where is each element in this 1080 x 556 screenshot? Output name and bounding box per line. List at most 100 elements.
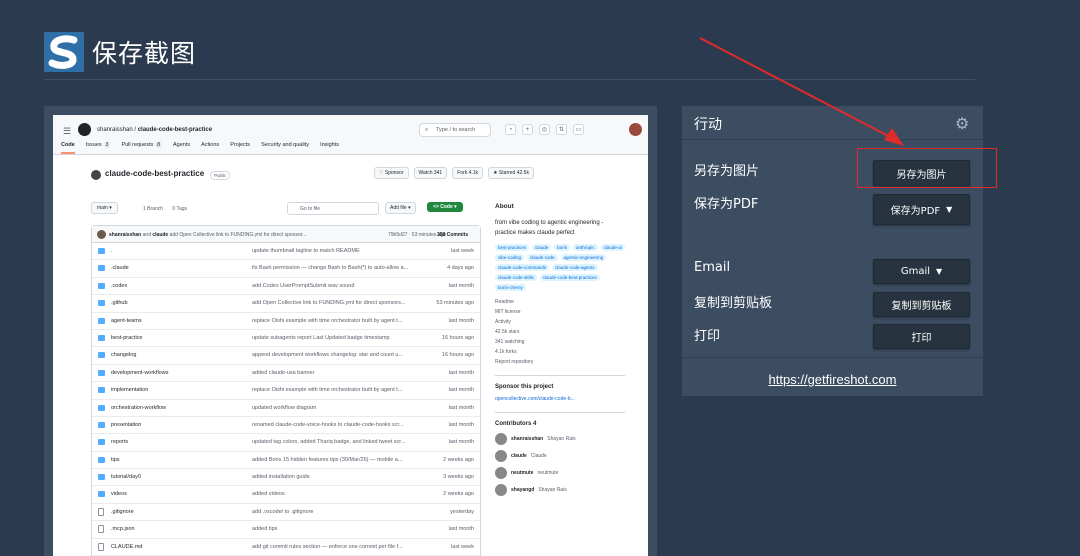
fork-button: Fork 4.1k xyxy=(452,167,484,179)
tab-pull-requests: Pull requests 8 xyxy=(121,142,163,148)
file-date: last month xyxy=(448,387,474,394)
file-commit-message: added Boris 15 hidden features tips (30/… xyxy=(252,456,403,463)
contributor-login: neutmute xyxy=(511,470,534,476)
file-row: development-workflows added claude-usa ba… xyxy=(92,365,480,383)
file-commit-message: added videos xyxy=(252,491,285,498)
tab-projects: Projects xyxy=(230,142,251,148)
file-commit-message: update subagents report Last Updated bad… xyxy=(252,334,390,341)
breadcrumb-sep: / xyxy=(134,127,137,133)
file-name: . xyxy=(111,248,113,254)
file-commit-message: add .vscode/ to .gitignore xyxy=(252,508,314,515)
gmail-button[interactable]: Gmail ▼ xyxy=(873,259,970,284)
github-header: ☰ shanraisshan / claude-code-best-practi… xyxy=(53,115,648,155)
breadcrumb: shanraisshan / claude-code-best-practice xyxy=(97,127,212,133)
contributor: shayangd Shayan Rais xyxy=(495,484,625,496)
file-name: changelog xyxy=(111,352,137,359)
github-logo-icon xyxy=(78,123,91,136)
about-link: Readme xyxy=(495,299,514,305)
gear-icon[interactable]: ⚙ xyxy=(955,114,969,134)
file-row: orchestration-workflow updated workflow d… xyxy=(92,400,480,417)
contributor-login: claude xyxy=(511,453,527,459)
copy-clipboard-button[interactable]: 复制到剪贴板 xyxy=(873,292,970,317)
file-name: .github xyxy=(111,300,128,307)
file-row: CLAUDE.md add git commit rules section — … xyxy=(92,539,480,556)
contributor-login: shayangd xyxy=(511,487,535,493)
file-name: .mcp.json xyxy=(111,526,135,533)
panel-header: 行动 ⚙ xyxy=(682,106,983,140)
goto-file: Go to file xyxy=(287,202,379,215)
inbox-icon: ▭ xyxy=(573,124,584,135)
file-commit-message: renamed claude-code-voice-hooks to claud… xyxy=(252,421,404,428)
commit-count: 358 Commits xyxy=(437,232,469,238)
topic-tag: vibe-coding xyxy=(495,254,525,261)
avatar xyxy=(495,484,507,496)
tab-agents: Agents xyxy=(173,142,191,148)
file-date: last month xyxy=(448,317,474,324)
about-link: 4.1k forks xyxy=(495,349,517,355)
file-row: best-practice update subagents report Las… xyxy=(92,330,480,348)
about-link: Report repository xyxy=(495,359,534,365)
file-date: last month xyxy=(448,369,474,376)
issues-icon: ◎ xyxy=(539,124,550,135)
fireshot-link[interactable]: https://getfireshot.com xyxy=(769,372,897,387)
about-link: Activity xyxy=(495,319,511,325)
folder-icon xyxy=(98,439,105,446)
code-button: <> Code ▾ xyxy=(427,202,463,212)
file-row: tutorial/day0 added installation guide 3 w… xyxy=(92,469,480,487)
folder-icon xyxy=(98,474,105,481)
folder-icon xyxy=(98,334,105,341)
gmail-text: Gmail xyxy=(900,266,931,277)
file-date: last month xyxy=(448,421,474,428)
contributor-name: Shayan Rais xyxy=(538,487,567,493)
github-search: ⌕ Type / to search xyxy=(419,123,491,137)
file-commit-message: added claude-usa banner xyxy=(252,369,315,376)
about-link: 341 watching xyxy=(495,339,525,345)
file-name: tips xyxy=(111,456,120,463)
folder-icon xyxy=(98,491,105,498)
topic-tag: anthropic xyxy=(573,244,598,251)
file-name: implementation xyxy=(111,387,149,394)
contributor: shanraisshan Shayan Rais xyxy=(495,433,625,445)
contributor-login: shanraisshan xyxy=(511,436,544,442)
file-name: videos xyxy=(111,491,127,498)
file-row: .github add Open Collective link to FUNDI… xyxy=(92,295,480,313)
contributor: claude Claude xyxy=(495,450,625,462)
sponsor-link: opencollective.com/claude-code-b... xyxy=(495,396,575,402)
print-button[interactable]: 打印 xyxy=(873,324,970,349)
tab-issues: Issues 3 xyxy=(85,142,111,148)
folder-icon xyxy=(98,456,105,463)
file-commit-message: add Codex UserPromptSubmit wav sound xyxy=(252,282,355,289)
copy-label: 复制到剪贴板 xyxy=(694,296,773,311)
branch-count: 1 Branch xyxy=(143,206,164,212)
plus-icon: + xyxy=(522,124,533,135)
commit-text: shanraisshan and claude add Open Collect… xyxy=(109,232,307,238)
branch-meta: 1 Branch 0 Tags xyxy=(143,206,195,212)
topic-tag: best-practices xyxy=(495,244,530,251)
file-name: orchestration-workflow xyxy=(111,404,167,411)
about-link: 42.5k stars xyxy=(495,329,520,335)
fireshot-logo xyxy=(44,32,84,72)
file-name: development-workflows xyxy=(111,369,169,376)
about-links: Readme MIT license Activity 42.5k stars 341 … xyxy=(495,299,625,365)
file-commit-message: added tips xyxy=(252,526,278,533)
about-title: About xyxy=(495,203,514,210)
save-image-label: 另存为图片 xyxy=(694,164,760,179)
topic-tag: claude-code-commands xyxy=(495,264,550,271)
file-commit-message: append development workflows changelog: … xyxy=(252,352,404,359)
tag-count: 0 Tags xyxy=(172,206,188,212)
file-commit-message: added installation guide xyxy=(252,474,310,481)
email-label: Email xyxy=(694,260,731,275)
about-description: from vibe coding to agentic engineering … xyxy=(495,220,604,236)
topic-tag: boris-cherny xyxy=(495,284,526,291)
folder-icon xyxy=(98,421,105,428)
header-divider xyxy=(44,79,975,80)
file-commit-message: replace Oishi example with time orchestr… xyxy=(252,387,403,394)
file-row: .claude fix Bash permission — change Bash… xyxy=(92,260,480,278)
file-row: .mcp.json added tips last month xyxy=(92,521,480,539)
save-pdf-button[interactable]: 保存为PDF ▼ xyxy=(873,194,970,225)
commit-avatar xyxy=(97,230,106,239)
file-date: 3 weeks ago xyxy=(443,474,474,481)
file-row: videos added videos 2 weeks ago xyxy=(92,486,480,504)
folder-icon xyxy=(98,282,105,289)
search-placeholder: Type / to search xyxy=(436,127,476,133)
